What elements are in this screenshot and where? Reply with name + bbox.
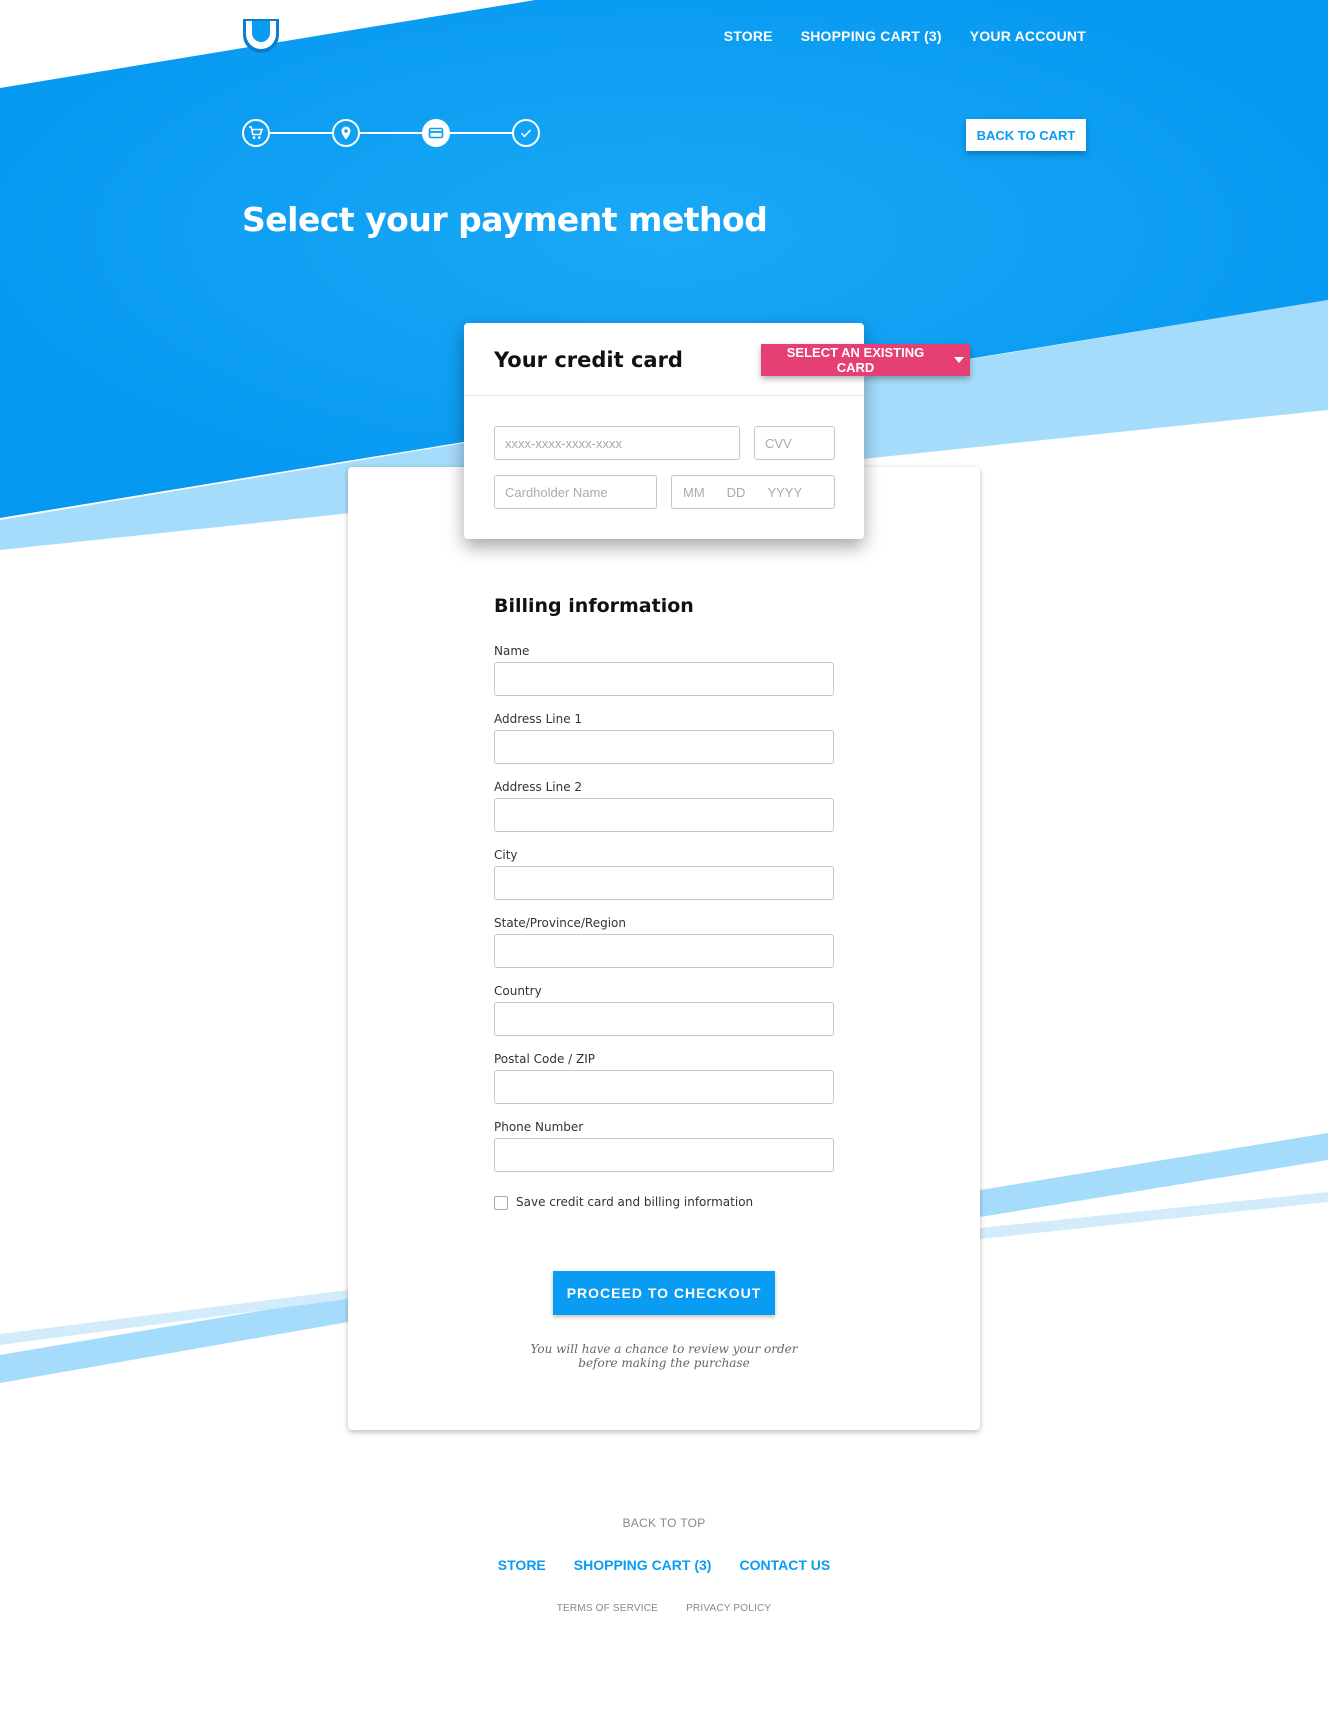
step-payment[interactable] [422,119,450,147]
address-line-2-label: Address Line 2 [494,780,583,794]
privacy-policy-link[interactable]: PRIVACY POLICY [686,1603,771,1614]
address-line-1-field[interactable] [494,730,834,764]
step-cart[interactable] [242,119,270,147]
terms-of-service-link[interactable]: TERMS OF SERVICE [557,1603,658,1614]
save-info-label: Save credit card and billing information [516,1195,754,1209]
footer-store-link[interactable]: STORE [498,1557,546,1573]
top-navigation: STORE SHOPPING CART (3) YOUR ACCOUNT [724,28,1086,44]
city-field[interactable] [494,866,834,900]
cart-icon [249,126,264,139]
card-number-input[interactable] [494,426,740,460]
cvv-input[interactable] [754,426,835,460]
proceed-to-checkout-button[interactable]: PROCEED TO CHECKOUT [553,1271,775,1315]
day-placeholder: DD [726,484,746,500]
footer-contact-us-link[interactable]: CONTACT US [739,1557,830,1573]
address-line-1-label: Address Line 1 [494,712,583,726]
billing-title: Billing information [494,595,694,617]
nav-shopping-cart-link[interactable]: SHOPPING CART (3) [801,28,942,44]
select-existing-card-dropdown[interactable]: SELECT AN EXISTING CARD [761,344,970,376]
city-label: City [494,848,518,862]
footer-navigation: STORE SHOPPING CART (3) CONTACT US [0,1557,1328,1573]
state-field[interactable] [494,934,834,968]
month-placeholder: MM [683,484,705,500]
footer-shopping-cart-link[interactable]: SHOPPING CART (3) [574,1557,712,1573]
country-label: Country [494,984,542,998]
expiry-date-input[interactable]: MM DD YYYY [671,475,835,509]
checkmark-icon [520,129,532,138]
step-confirm[interactable] [512,119,540,147]
postal-code-label: Postal Code / ZIP [494,1052,595,1066]
logo-icon[interactable] [242,18,280,54]
name-label: Name [494,644,530,658]
cardholder-name-input[interactable] [494,475,657,509]
legal-links: TERMS OF SERVICE PRIVACY POLICY [0,1603,1328,1614]
back-to-cart-button[interactable]: BACK TO CART [966,119,1086,151]
caret-down-icon [954,357,964,363]
nav-your-account-link[interactable]: YOUR ACCOUNT [970,28,1086,44]
address-line-2-field[interactable] [494,798,834,832]
select-existing-card-label: SELECT AN EXISTING CARD [786,345,925,375]
save-info-checkbox[interactable] [494,1196,508,1210]
nav-store-link[interactable]: STORE [724,28,773,44]
page-title: Select your payment method [242,200,768,239]
checkout-stepper [242,119,540,147]
year-placeholder: YYYY [767,484,803,500]
country-field[interactable] [494,1002,834,1036]
phone-number-field[interactable] [494,1138,834,1172]
back-to-top-link[interactable]: BACK TO TOP [0,1516,1328,1530]
step-connector [450,132,512,134]
credit-card-title: Your credit card [494,348,683,372]
phone-number-label: Phone Number [494,1120,584,1134]
credit-card-icon [428,127,444,139]
name-field[interactable] [494,662,834,696]
step-shipping[interactable] [332,119,360,147]
postal-code-field[interactable] [494,1070,834,1104]
location-pin-icon [341,126,351,140]
review-note: You will have a chance to review your or… [530,1342,798,1370]
divider [464,395,864,396]
step-connector [270,132,332,134]
state-label: State/Province/Region [494,916,626,930]
billing-card: Billing information Name Address Line 1 … [348,467,980,1430]
step-connector [360,132,422,134]
